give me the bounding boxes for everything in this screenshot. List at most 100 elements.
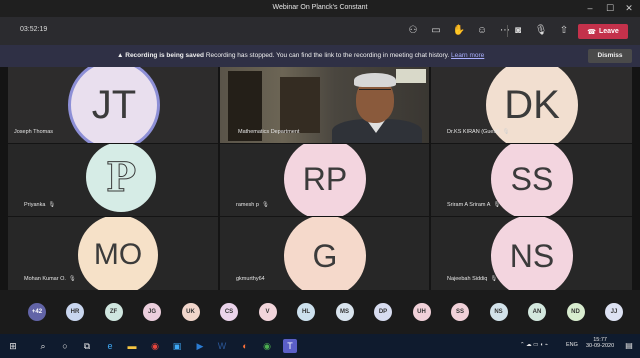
toolbar-divider	[507, 25, 508, 37]
participant-name: Dr.KS KIRAN (Guest)	[447, 129, 500, 135]
recording-banner: ▲ Recording is being saved Recording has…	[0, 45, 640, 67]
participant-chip[interactable]: MS	[335, 303, 354, 321]
cortana-icon[interactable]: ○	[58, 339, 72, 353]
mic-muted-icon: 🎙	[493, 202, 501, 208]
participant-chip[interactable]: UH	[412, 303, 431, 321]
warning-icon: ▲	[117, 52, 124, 59]
edge-icon[interactable]: e	[103, 339, 117, 353]
learn-more-link[interactable]: Learn more	[451, 52, 484, 59]
participant-tile[interactable]: P Priyanka 🎙	[8, 144, 218, 216]
participant-name-label: Dr.KS KIRAN (Guest) 🎙	[447, 129, 510, 135]
avatar: NS	[491, 217, 573, 290]
mic-muted-icon: 🎙	[502, 129, 510, 135]
leave-button[interactable]: ☎ Leave	[578, 24, 628, 39]
participant-tile[interactable]: G gkmurthy64	[220, 217, 429, 290]
participant-chip[interactable]: AN	[528, 303, 546, 321]
participant-name: Mohan Kumar O.	[24, 276, 66, 282]
firefox-icon[interactable]: ◐	[238, 339, 252, 353]
avatar-initials: NS	[509, 237, 555, 274]
share-screen-icon[interactable]: ⇧	[556, 23, 572, 39]
participant-chip[interactable]: NS	[489, 303, 508, 321]
participant-tile[interactable]: DK Dr.KS KIRAN (Guest) 🎙	[431, 67, 632, 143]
participant-name-label: Najeebah Siddiq 🎙	[447, 276, 497, 282]
participant-name-label: gkmurthy64	[236, 276, 265, 282]
participant-tile[interactable]: SS Sriram A Sriram A 🎙	[431, 144, 632, 216]
avatar-initials: SS	[510, 160, 554, 197]
avatar-initials: G	[312, 237, 338, 274]
avatar: SS	[491, 144, 573, 216]
chrome-alt-icon[interactable]: ◉	[260, 339, 274, 353]
minimize-icon[interactable]: –	[583, 2, 597, 14]
participant-tile[interactable]: NS Najeebah Siddiq 🎙	[431, 217, 632, 290]
participant-name-label: Mathematics Department	[238, 129, 299, 135]
mic-muted-icon: 🎙	[490, 276, 498, 282]
meeting-controls-bar: 03:52:19 ⚇ ▭ ✋ ☺ ⋯ ◙ 🎙 ⇧ ☎ Leave	[0, 17, 640, 45]
banner-title: Recording is being saved	[125, 52, 204, 59]
participant-name: ramesh p	[236, 202, 259, 208]
notifications-icon[interactable]: ▤	[622, 339, 636, 353]
clock-date: 30-09-2020	[586, 343, 615, 349]
participant-chip[interactable]: ND	[566, 303, 585, 321]
banner-message: Recording has stopped. You can find the …	[205, 52, 450, 59]
participant-chip[interactable]: SS	[451, 303, 469, 321]
file-explorer-icon[interactable]: ▬	[125, 339, 139, 353]
participant-chip[interactable]: JG	[143, 303, 161, 321]
speaker-hair	[354, 73, 396, 87]
microphone-icon[interactable]: 🎙	[533, 23, 549, 39]
language-indicator[interactable]: ENG	[566, 342, 578, 348]
participant-name: Sriram A Sriram A	[447, 202, 491, 208]
participant-chip[interactable]: JJ	[605, 303, 623, 321]
participant-chip[interactable]: ZF	[104, 303, 123, 321]
tray-icons[interactable]: ⌃ ☁ ▭ ◖ ⌁	[520, 342, 548, 348]
word-icon[interactable]: W	[215, 339, 229, 353]
chrome-icon[interactable]: ◉	[148, 339, 162, 353]
avatar-initials: DK	[504, 82, 560, 127]
participant-chip[interactable]: CS	[220, 303, 238, 321]
chat-icon[interactable]: ▭	[428, 23, 444, 39]
cabinet	[280, 77, 320, 133]
teams-icon[interactable]: T	[283, 339, 297, 353]
window-titlebar: Webinar On Planck's Constant – ☐ ✕	[0, 0, 640, 17]
reactions-icon[interactable]: ☺	[474, 23, 490, 39]
overflow-participants-chip[interactable]: +42	[28, 303, 46, 321]
participant-chip[interactable]: V	[258, 303, 277, 321]
participant-tile[interactable]: MO Mohan Kumar O. 🎙	[8, 217, 218, 290]
search-icon[interactable]: ⌕	[36, 339, 50, 353]
mic-muted-icon: 🎙	[48, 202, 56, 208]
video-stage: JT Joseph Thomas Mathematics Department …	[0, 67, 640, 290]
mic-muted-icon: 🎙	[261, 202, 269, 208]
avatar: MO	[78, 217, 158, 290]
avatar: RP	[284, 144, 366, 216]
banner-message-row: ▲ Recording is being saved Recording has…	[117, 52, 484, 59]
store-icon[interactable]: ▣	[170, 339, 184, 353]
raise-hand-icon[interactable]: ✋	[451, 23, 467, 39]
zoom-icon[interactable]: ▶	[193, 339, 207, 353]
participant-tile[interactable]: RP ramesh p 🎙	[220, 144, 429, 216]
maximize-icon[interactable]: ☐	[603, 2, 617, 14]
participant-chip[interactable]: HR	[66, 303, 84, 321]
participant-strip: +42 HR ZF JG UK CS V HL MS DP UH SS NS AN ND JJ	[0, 290, 640, 334]
camera-icon[interactable]: ◙	[510, 23, 526, 39]
speaker-glasses	[359, 89, 391, 95]
phone-hangup-icon: ☎	[587, 28, 596, 36]
participant-name: Mathematics Department	[238, 129, 300, 135]
participant-video-tile[interactable]: Mathematics Department	[220, 67, 429, 143]
participant-name-label: Sriram A Sriram A 🎙	[447, 202, 500, 208]
dismiss-button[interactable]: Dismiss	[588, 49, 632, 63]
participant-tile[interactable]: JT Joseph Thomas	[8, 67, 218, 143]
leave-label: Leave	[598, 28, 619, 35]
task-view-icon[interactable]: ⧉	[80, 339, 94, 353]
clock[interactable]: 15:77 30-09-2020	[586, 337, 614, 349]
participant-name-label: Joseph Thomas	[14, 129, 53, 135]
participant-name-label: Mohan Kumar O. 🎙	[24, 276, 76, 282]
mic-muted-icon: 🎙	[68, 276, 76, 282]
participant-chip[interactable]: UK	[181, 303, 200, 321]
close-icon[interactable]: ✕	[622, 2, 636, 14]
windows-start-icon[interactable]: ⊞	[6, 339, 20, 353]
participant-name: Najeebah Siddiq	[447, 276, 488, 282]
participant-chip[interactable]: HL	[297, 303, 315, 321]
participants-icon[interactable]: ⚇	[405, 23, 421, 39]
participant-name: Joseph Thomas	[14, 129, 54, 135]
participant-chip[interactable]: DP	[374, 303, 392, 321]
avatar: G	[284, 217, 366, 290]
